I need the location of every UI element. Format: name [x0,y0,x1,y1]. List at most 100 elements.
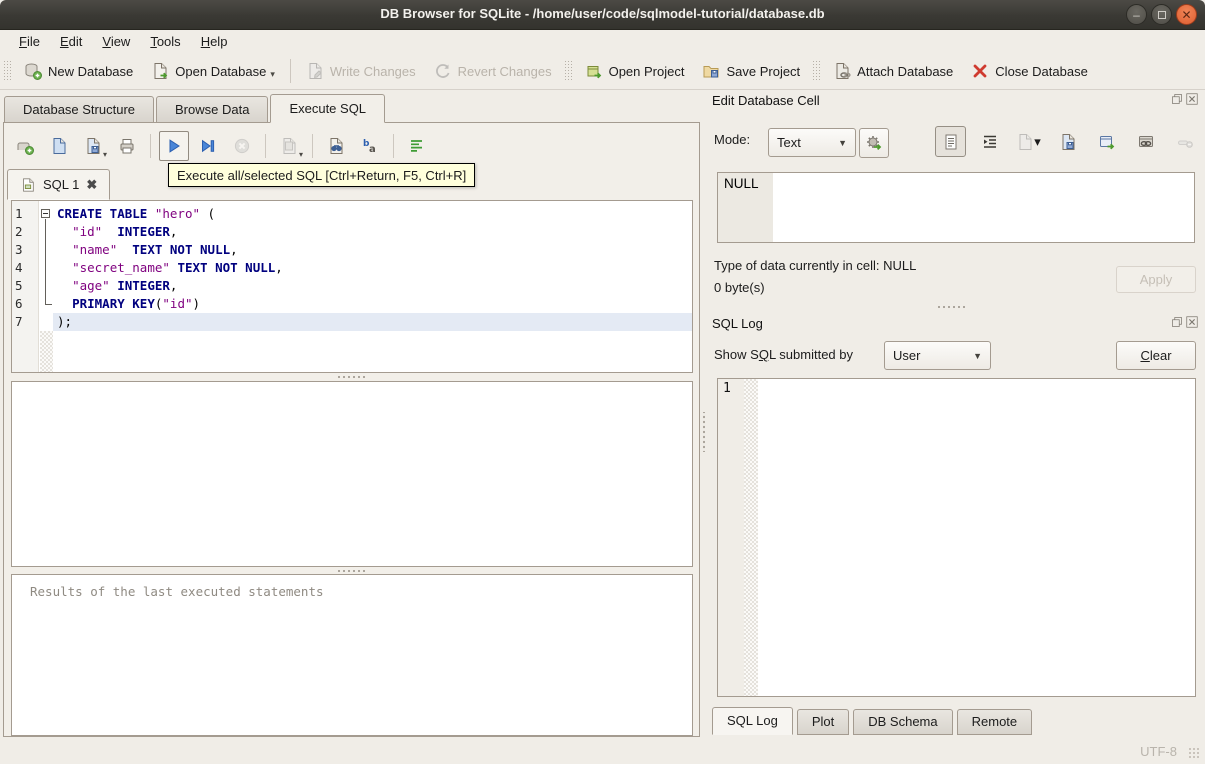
dock-tab-sql-log[interactable]: SQL Log [712,707,793,735]
execute-all-button[interactable] [159,131,189,161]
print-icon [120,139,134,154]
copy-link-button[interactable] [1130,126,1161,157]
results-message-pane: Results of the last executed statements [11,574,693,736]
results-grid-pane [11,381,693,567]
code-line[interactable]: 5 "age" INTEGER, [12,277,692,295]
cell-value-editor[interactable]: NULL [717,172,1195,243]
save-sql-file-button[interactable]: ▾ [78,131,108,161]
close-tab-icon[interactable]: ✖ [86,177,97,193]
sql-log-filter-select[interactable]: User ▼ [884,341,991,370]
app-window: DB Browser for SQLite - /home/user/code/… [0,0,1205,764]
stop-button[interactable] [227,131,257,161]
mode-value: Text [777,135,801,150]
text-mode-button[interactable] [935,126,966,157]
dock-tab-plot[interactable]: Plot [796,709,850,735]
toolbar-handle[interactable] [3,60,12,82]
import-cell-button[interactable]: ▾ [1013,126,1044,157]
write-changes-button[interactable]: Write Changes [297,57,425,85]
fold-marker[interactable] [40,205,53,223]
attach-database-button[interactable]: Attach Database [824,57,962,85]
fold-marker [40,241,53,259]
stop-icon [234,138,250,154]
splitter-handle[interactable] [4,374,699,380]
dock-close-icon[interactable] [1186,316,1198,328]
execute-line-button[interactable] [193,131,223,161]
code-area: 1 CREATE TABLE "hero" (2 "id" INTEGER, 3 "… [12,205,692,331]
dropdown-caret-icon[interactable]: ▾ [1034,134,1041,150]
resize-grip[interactable] [1188,747,1201,760]
export-cell-button[interactable] [1091,126,1122,157]
results-placeholder: Results of the last executed statements [30,584,324,599]
find-replace-button[interactable] [321,131,351,161]
float-icon[interactable] [1171,93,1183,105]
open-sql-file-button[interactable] [44,131,74,161]
execute-sql-panel: ▾ ▾ b a SQL 1 ✖ 1 CREATE TABLE "hero" (2 "id… [3,122,700,737]
toolbar-handle[interactable] [563,60,573,82]
dropdown-caret-icon[interactable]: ▾ [103,150,107,159]
code-line[interactable]: 3 "name" TEXT NOT NULL, [12,241,692,259]
new-sql-tab-button[interactable] [10,131,40,161]
minimize-button[interactable]: – [1126,4,1147,25]
float-icon[interactable] [1171,316,1183,328]
main-tab-bar: Database Structure Browse Data Execute SQL [4,94,387,123]
menu-tools[interactable]: Tools [141,32,189,51]
dropdown-caret-icon[interactable]: ▾ [270,69,275,80]
text-mode-icon [945,134,956,149]
save-results-icon [283,138,296,154]
set-null-icon [1177,140,1193,148]
maximize-button[interactable] [1151,4,1172,25]
code-line[interactable]: 4 "secret_name" TEXT NOT NULL, [12,259,692,277]
code-line[interactable]: 2 "id" INTEGER, [12,223,692,241]
open-database-icon [154,63,168,79]
sql-tab[interactable]: SQL 1 ✖ [7,169,111,200]
open-project-button[interactable]: Open Project [576,57,694,85]
save-project-button[interactable]: Save Project [693,57,809,85]
menu-view[interactable]: View [93,32,139,51]
tab-execute-sql[interactable]: Execute SQL [270,94,386,123]
print-button[interactable] [112,131,142,161]
dropdown-caret-icon[interactable]: ▾ [299,150,303,159]
code-line[interactable]: 6 PRIMARY KEY("id") [12,295,692,313]
apply-button[interactable]: Apply [1116,266,1196,293]
save-as-cell-button[interactable] [1052,126,1083,157]
write-changes-icon [309,63,322,79]
save-results-button[interactable]: ▾ [274,131,304,161]
auto-switch-mode-button[interactable] [859,128,889,158]
code-line[interactable]: 1 CREATE TABLE "hero" ( [12,205,692,223]
toolbar-separator [150,134,151,158]
svg-text:a: a [369,144,376,155]
word-wrap-button[interactable] [402,131,432,161]
titlebar[interactable]: DB Browser for SQLite - /home/user/code/… [0,0,1205,30]
mode-select[interactable]: Text ▼ [768,128,856,157]
indent-icon [983,135,996,148]
close-button[interactable]: ✕ [1176,4,1197,25]
sql-log-view[interactable]: 1 [717,378,1196,697]
tab-database-structure[interactable]: Database Structure [4,96,155,123]
menu-help[interactable]: Help [192,32,237,51]
set-null-button[interactable] [1169,126,1200,157]
format-sql-button[interactable]: ba [355,131,385,161]
sql-code-editor[interactable]: 1 CREATE TABLE "hero" (2 "id" INTEGER, 3 "… [11,200,693,373]
open-database-button[interactable]: Open Database ▾ [142,57,284,85]
tab-browse-data[interactable]: Browse Data [156,96,269,123]
sql-log-filter-label: Show SQL submitted by [714,347,853,362]
close-database-button[interactable]: Close Database [962,57,1097,85]
clear-log-button[interactable]: Clear [1116,341,1196,370]
word-wrap-cell-button[interactable] [974,126,1005,157]
toolbar-handle[interactable] [812,60,822,82]
code-line[interactable]: 7); [12,313,692,331]
menu-edit[interactable]: Edit [51,32,91,51]
menu-file[interactable]: File [10,32,49,51]
execute-line-icon [202,139,215,153]
dock-tab-remote[interactable]: Remote [956,709,1033,735]
new-database-button[interactable]: New Database [15,57,142,85]
dock-tab-db-schema[interactable]: DB Schema [853,709,953,735]
dock-close-icon[interactable] [1186,93,1198,105]
word-wrap-icon [411,140,422,152]
revert-changes-button[interactable]: Revert Changes [425,57,561,85]
splitter-handle[interactable] [707,304,1195,310]
line-number: 2 [15,224,23,239]
sql-log-filter-value: User [893,348,921,363]
close-database-icon [973,64,987,78]
panel-splitter[interactable] [701,412,706,452]
